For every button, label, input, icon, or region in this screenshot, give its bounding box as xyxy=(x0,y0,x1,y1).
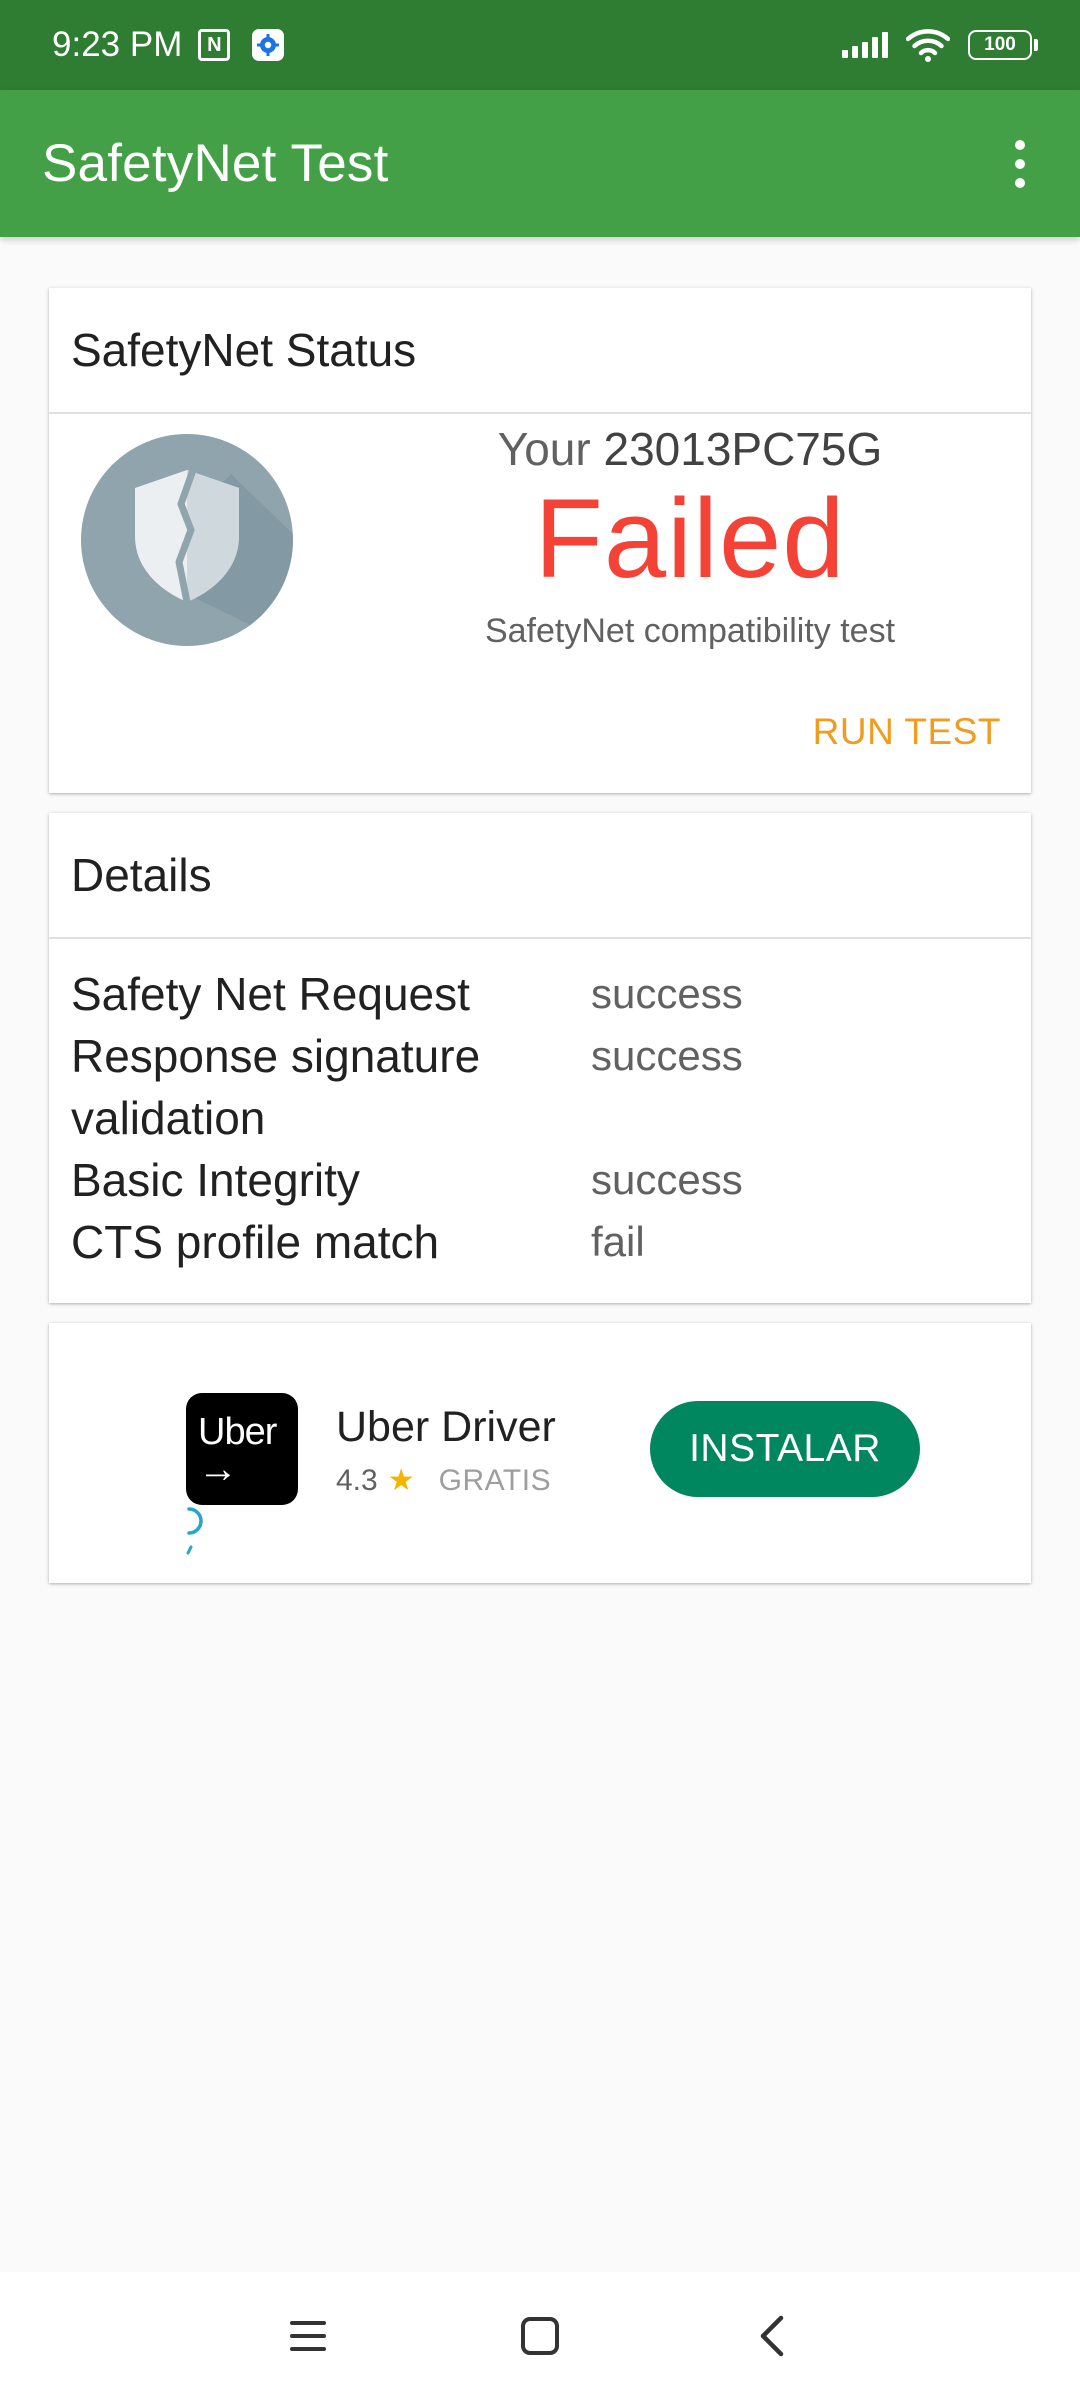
status-text: Your 23013PC75G Failed SafetyNet compati… xyxy=(349,414,1031,651)
gear-icon xyxy=(252,29,285,61)
battery-level: 100 xyxy=(968,30,1032,60)
broken-shield-icon xyxy=(81,434,293,646)
details-card: Details Safety Net Request success Respo… xyxy=(49,813,1031,1303)
detail-value: success xyxy=(591,1032,743,1079)
status-card-body: Your 23013PC75G Failed SafetyNet compati… xyxy=(49,414,1031,791)
run-test-button[interactable]: RUN TEST xyxy=(813,711,1001,753)
app-toolbar: SafetyNet Test xyxy=(0,90,1080,237)
detail-row: Response signature validation success xyxy=(71,1025,1009,1149)
ad-meta: 4.3 ★ GRATIS xyxy=(336,1463,551,1498)
status-card-header: SafetyNet Status xyxy=(49,288,1031,414)
detail-label: Response signature validation xyxy=(71,1030,481,1144)
test-subtitle: SafetyNet compatibility test xyxy=(484,611,896,650)
app-icon-text: Uber xyxy=(198,1411,277,1453)
device-prefix: Your xyxy=(497,423,591,475)
app-title: SafetyNet Test xyxy=(42,134,389,193)
detail-label: Safety Net Request xyxy=(71,968,470,1020)
signal-icon xyxy=(842,32,888,58)
star-icon: ★ xyxy=(387,1464,415,1497)
battery-icon: 100 xyxy=(968,30,1038,60)
detail-value: fail xyxy=(591,1218,645,1265)
status-right: 100 xyxy=(842,28,1038,62)
arrow-right-icon: → xyxy=(198,1447,238,1491)
ad-app-name[interactable]: Uber Driver xyxy=(336,1403,556,1452)
ad-card[interactable]: Uber → Uber Driver 4.3 ★ GRATIS INSTALAR xyxy=(49,1323,1031,1583)
uber-app-icon[interactable]: Uber → xyxy=(186,1393,298,1505)
safetynet-status-card: SafetyNet Status Your 23013PC75G Failed … xyxy=(49,288,1031,793)
details-table: Safety Net Request success Response sign… xyxy=(49,939,1031,1273)
clock: 9:23 PM xyxy=(52,25,183,64)
device-line: Your 23013PC75G xyxy=(349,422,1031,476)
ad-rating: 4.3 xyxy=(336,1463,378,1497)
detail-row: CTS profile match fail xyxy=(71,1211,1009,1273)
menu-icon[interactable] xyxy=(277,2305,339,2367)
ad-price: GRATIS xyxy=(438,1463,552,1497)
detail-row: Safety Net Request success xyxy=(71,963,1009,1025)
navigation-bar xyxy=(0,2272,1080,2400)
overflow-menu-icon[interactable] xyxy=(990,134,1050,194)
status-left: 9:23 PM N xyxy=(52,25,285,65)
home-icon[interactable] xyxy=(509,2305,571,2367)
loading-spinner-icon xyxy=(186,1507,203,1555)
detail-value: success xyxy=(591,970,743,1017)
detail-label: CTS profile match xyxy=(71,1216,440,1268)
detail-label: Basic Integrity xyxy=(71,1154,360,1206)
detail-row: Basic Integrity success xyxy=(71,1149,1009,1211)
nfc-icon: N xyxy=(198,29,231,61)
back-icon[interactable] xyxy=(741,2305,803,2367)
detail-value: success xyxy=(591,1156,743,1203)
install-button[interactable]: INSTALAR xyxy=(650,1401,920,1497)
test-result: Failed xyxy=(534,476,846,601)
wifi-icon xyxy=(906,29,950,62)
details-card-header: Details xyxy=(49,813,1031,939)
status-bar: 9:23 PM N 100 xyxy=(0,0,1080,90)
device-model: 23013PC75G xyxy=(603,423,883,475)
